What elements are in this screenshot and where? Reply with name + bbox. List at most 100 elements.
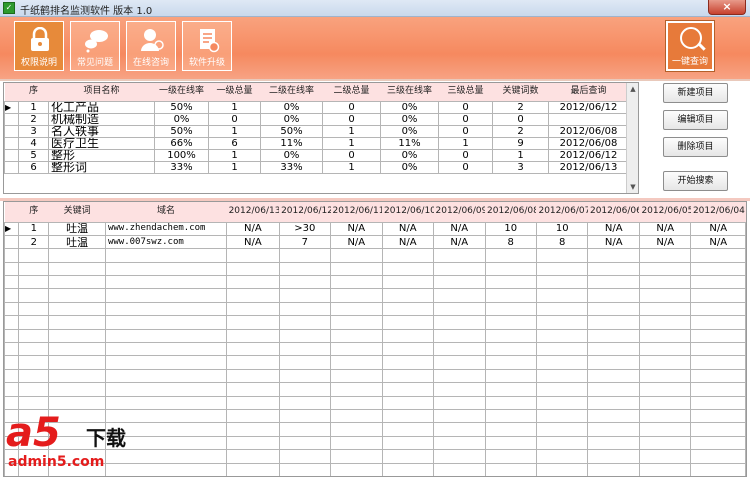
keyword-cell[interactable]	[690, 315, 746, 330]
keyword-cell[interactable]	[433, 462, 486, 476]
col-header[interactable]: 2012/06/12	[279, 202, 331, 222]
project-cell[interactable]: 3	[18, 124, 49, 138]
project-cell[interactable]: 0%	[260, 148, 323, 162]
keyword-cell[interactable]	[278, 288, 332, 303]
keyword-cell[interactable]	[104, 248, 228, 263]
keyword-cell[interactable]	[278, 342, 332, 357]
keyword-cell[interactable]	[330, 395, 383, 410]
keyword-cell[interactable]	[381, 462, 435, 476]
project-cell[interactable]: 2012/06/12	[548, 148, 629, 162]
keyword-cell[interactable]	[433, 449, 486, 464]
keyword-cell[interactable]	[433, 261, 486, 277]
keyword-cell[interactable]	[484, 288, 537, 303]
keyword-cell[interactable]	[535, 449, 589, 464]
keyword-cell[interactable]	[381, 328, 435, 344]
keyword-cell[interactable]	[48, 261, 106, 277]
col-header[interactable]: 二级总量	[322, 83, 381, 101]
keyword-cell[interactable]	[433, 288, 486, 303]
keyword-cell[interactable]: N/A	[433, 234, 486, 250]
col-header[interactable]: 域名	[105, 202, 227, 222]
project-cell[interactable]: 100%	[154, 148, 209, 162]
keyword-cell[interactable]	[226, 288, 280, 303]
keyword-cell[interactable]: N/A	[226, 221, 280, 236]
keyword-cell[interactable]	[587, 435, 640, 451]
keyword-cell[interactable]	[278, 301, 332, 317]
keyword-cell[interactable]	[484, 435, 537, 451]
project-row[interactable]: 6 整形词 33% 1 33% 1 0% 0 3 2012/06/13	[4, 160, 629, 174]
project-cell[interactable]: 1	[438, 136, 493, 150]
keyword-cell[interactable]	[587, 301, 640, 317]
keyword-cell[interactable]	[535, 382, 589, 397]
empty-row[interactable]	[4, 261, 746, 277]
keyword-cell[interactable]: 10	[484, 221, 537, 236]
keyword-cell[interactable]	[18, 355, 50, 370]
project-cell[interactable]: 11%	[380, 136, 439, 150]
keyword-cell[interactable]	[638, 275, 692, 290]
row-indicator[interactable]	[4, 301, 20, 317]
row-indicator[interactable]	[4, 124, 19, 138]
keyword-cell[interactable]	[690, 449, 746, 464]
keyword-cell[interactable]	[433, 382, 486, 397]
keyword-cell[interactable]	[535, 301, 589, 317]
row-indicator[interactable]	[4, 328, 20, 344]
project-cell[interactable]: 2012/06/12	[548, 100, 629, 114]
row-indicator[interactable]	[4, 315, 20, 330]
project-cell[interactable]: 0%	[260, 112, 323, 126]
project-cell[interactable]: 1	[322, 160, 381, 174]
keyword-cell[interactable]: N/A	[638, 234, 692, 250]
keyword-cell[interactable]: 7	[278, 234, 332, 250]
project-cell[interactable]: 50%	[260, 124, 323, 138]
col-header[interactable]: 2012/06/11	[330, 202, 383, 222]
keyword-cell[interactable]	[18, 395, 50, 410]
keyword-cell[interactable]: 1	[18, 221, 50, 236]
keyword-cell[interactable]	[587, 368, 640, 384]
project-row[interactable]: 3 名人轶事 50% 1 50% 1 0% 0 2 2012/06/08	[4, 124, 629, 138]
keyword-cell[interactable]	[381, 435, 435, 451]
keyword-cell[interactable]	[330, 261, 383, 277]
empty-row[interactable]	[4, 395, 746, 410]
keyword-cell[interactable]	[484, 408, 537, 424]
keyword-cell[interactable]	[330, 342, 383, 357]
keyword-cell[interactable]	[587, 382, 640, 397]
empty-row[interactable]	[4, 288, 746, 303]
keyword-cell[interactable]	[104, 288, 228, 303]
keyword-cell[interactable]	[48, 315, 106, 330]
keyword-cell[interactable]	[587, 342, 640, 357]
project-cell[interactable]: 2012/06/08	[548, 124, 629, 138]
project-cell[interactable]: 4	[18, 136, 49, 150]
keyword-cell[interactable]	[433, 275, 486, 290]
keyword-cell[interactable]	[484, 248, 537, 263]
keyword-cell[interactable]	[226, 462, 280, 476]
keyword-cell[interactable]	[104, 382, 228, 397]
keyword-cell[interactable]	[330, 248, 383, 263]
keyword-cell[interactable]	[48, 301, 106, 317]
keyword-cell[interactable]	[330, 462, 383, 476]
project-cell[interactable]: 0%	[154, 112, 209, 126]
keyword-cell[interactable]	[433, 435, 486, 451]
keyword-cell[interactable]: www.007swz.com	[104, 234, 228, 250]
keyword-cell[interactable]	[330, 408, 383, 424]
keyword-cell[interactable]	[638, 328, 692, 344]
keyword-cell[interactable]	[226, 315, 280, 330]
project-cell[interactable]: 1	[322, 136, 381, 150]
project-cell[interactable]: 0	[322, 148, 381, 162]
keyword-cell[interactable]	[433, 315, 486, 330]
keyword-cell[interactable]	[330, 288, 383, 303]
keyword-cell[interactable]	[330, 422, 383, 437]
keyword-cell[interactable]	[587, 328, 640, 344]
project-cell[interactable]: 33%	[154, 160, 209, 174]
col-header[interactable]: 最后查询	[548, 83, 629, 101]
empty-row[interactable]	[4, 275, 746, 290]
keyword-cell[interactable]	[484, 449, 537, 464]
row-indicator[interactable]	[4, 148, 19, 162]
keyword-cell[interactable]	[18, 315, 50, 330]
keyword-cell[interactable]: N/A	[330, 234, 383, 250]
keyword-cell[interactable]: N/A	[587, 234, 640, 250]
keyword-cell[interactable]	[18, 261, 50, 277]
project-cell[interactable]: 1	[322, 124, 381, 138]
keyword-cell[interactable]	[535, 315, 589, 330]
keyword-cell[interactable]	[638, 315, 692, 330]
keyword-cell[interactable]	[433, 248, 486, 263]
keyword-cell[interactable]	[104, 261, 228, 277]
keyword-cell[interactable]	[690, 395, 746, 410]
